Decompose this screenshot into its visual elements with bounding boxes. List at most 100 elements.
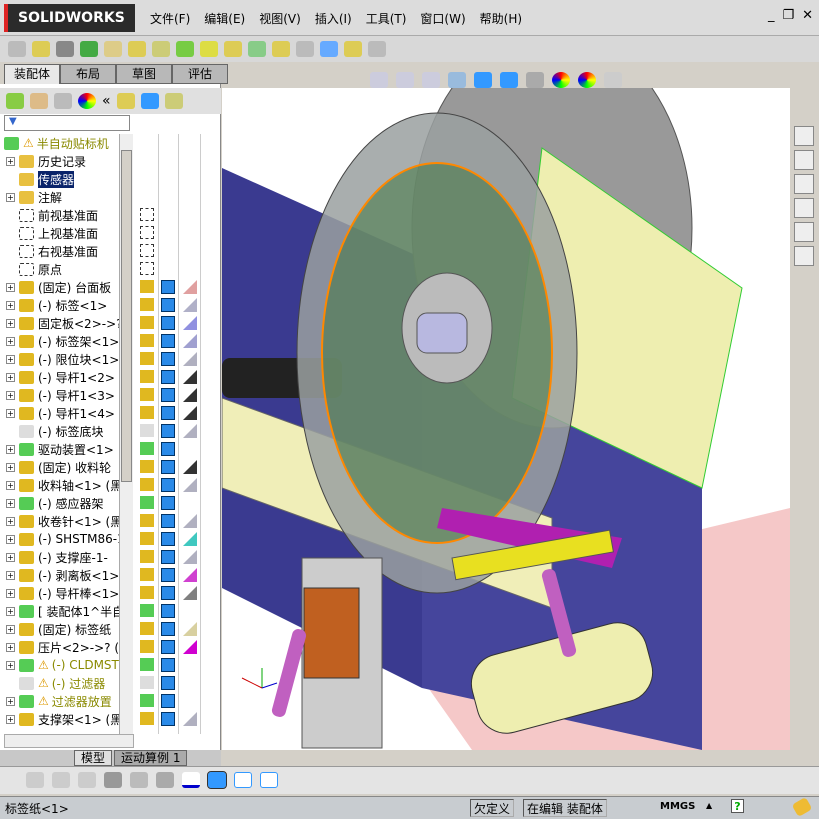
toolbar-tool-icon[interactable] [296, 41, 314, 57]
display-manager-icon[interactable] [78, 93, 96, 109]
tree-item[interactable]: + [ 装配体1^半自 [0, 602, 134, 620]
display-mode-icon[interactable] [161, 352, 175, 366]
display-mode-icon[interactable] [161, 550, 175, 564]
appearance-swatch[interactable] [183, 712, 197, 726]
toolbar-tool-icon[interactable] [200, 41, 218, 57]
appearance-swatch[interactable] [183, 424, 197, 438]
menu-item[interactable]: 编辑(E) [204, 10, 245, 27]
expand-icon[interactable]: + [6, 408, 15, 418]
display-mode-icon[interactable] [161, 334, 175, 348]
tree-item[interactable]: 原点 [0, 260, 134, 278]
display-mode-icon[interactable] [161, 514, 175, 528]
toolbar-tool-icon[interactable] [152, 41, 170, 57]
tree-item[interactable]: (-) 标签底块 [0, 422, 134, 440]
expand-icon[interactable]: + [6, 498, 15, 508]
expand-icon[interactable]: + [6, 300, 15, 310]
tree-item[interactable]: + (-) SHSTM86-1 [0, 530, 134, 548]
appearances-icon[interactable] [794, 222, 814, 242]
appearance-swatch[interactable] [183, 586, 197, 600]
tree-item[interactable]: 上视基准面 [0, 224, 134, 242]
toolbar-tool-icon[interactable] [224, 41, 242, 57]
part-icon[interactable] [116, 93, 135, 109]
file-explorer-icon[interactable] [794, 174, 814, 194]
tag-icon[interactable] [791, 796, 813, 818]
units-arrow-icon[interactable]: ▲ [706, 801, 712, 810]
tab-model[interactable]: 模型 [74, 750, 113, 766]
smart-dimension-icon[interactable] [78, 772, 96, 788]
tree-item[interactable]: + (固定) 标签纸 [0, 620, 134, 638]
expand-icon[interactable]: + [6, 696, 15, 706]
help-icon[interactable]: ? [731, 799, 744, 813]
view-orientation-icon[interactable] [474, 72, 492, 88]
expand-icon[interactable]: + [6, 588, 15, 598]
display-mode-icon[interactable] [161, 640, 175, 654]
visibility-icon[interactable] [140, 712, 154, 725]
appearance-swatch[interactable] [183, 370, 197, 384]
menu-item[interactable]: 视图(V) [259, 10, 301, 27]
minimize-icon[interactable]: _ [768, 8, 775, 23]
graphics-viewport[interactable] [222, 88, 790, 750]
appearance-swatch[interactable] [183, 460, 197, 474]
tree-item[interactable]: + (-) 标签架<1> [0, 332, 134, 350]
appearance-swatch[interactable] [183, 622, 197, 636]
tree-item[interactable]: + (-) 感应器架 [0, 494, 134, 512]
visibility-icon[interactable] [140, 226, 154, 239]
display-mode-icon[interactable] [161, 532, 175, 546]
expand-icon[interactable]: + [6, 624, 15, 634]
view-window-icon[interactable] [234, 772, 252, 788]
layers-icon[interactable] [52, 772, 70, 788]
display-mode-icon[interactable] [161, 298, 175, 312]
menu-item[interactable]: 文件(F) [150, 10, 190, 27]
visibility-icon[interactable] [140, 550, 154, 563]
feature-manager-icon[interactable] [6, 93, 24, 109]
hidden-lines-icon[interactable] [130, 772, 148, 788]
expand-icon[interactable]: + [6, 606, 15, 616]
tree-item[interactable]: ⚠ 半自动贴标机 [0, 134, 134, 152]
visibility-icon[interactable] [140, 694, 154, 707]
visibility-icon[interactable] [140, 280, 154, 293]
display-mode-icon[interactable] [161, 676, 175, 690]
tree-item[interactable]: 传感器 [0, 170, 134, 188]
toolbar-tool-icon[interactable] [32, 41, 50, 57]
expand-icon[interactable]: + [6, 534, 15, 544]
visibility-icon[interactable] [140, 208, 154, 221]
expand-icon[interactable]: + [6, 372, 15, 382]
appearance-swatch[interactable] [183, 316, 197, 330]
visibility-icon[interactable] [140, 442, 154, 455]
configuration-manager-icon[interactable] [54, 93, 72, 109]
tree-item[interactable]: + (-) 导杆1<2> [0, 368, 134, 386]
visibility-icon[interactable] [140, 586, 154, 599]
toolbar-tool-icon[interactable] [128, 41, 146, 57]
lines-icon[interactable] [104, 772, 122, 788]
tree-item[interactable]: + 驱动装置<1> [0, 440, 134, 458]
expand-icon[interactable]: + [6, 516, 15, 526]
visibility-icon[interactable] [140, 640, 154, 653]
view-palette-icon[interactable] [794, 198, 814, 218]
visibility-icon[interactable] [140, 298, 154, 311]
edit-appearance-icon[interactable] [552, 72, 570, 88]
visibility-icon[interactable] [140, 622, 154, 635]
expand-icon[interactable]: + [6, 336, 15, 346]
tree-horizontal-scrollbar[interactable] [4, 734, 134, 748]
expand-icon[interactable]: + [6, 714, 15, 724]
visibility-icon[interactable] [140, 676, 154, 689]
visibility-icon[interactable] [140, 316, 154, 329]
visibility-icon[interactable] [140, 658, 154, 671]
visibility-icon[interactable] [140, 532, 154, 545]
toolbar-tool-icon[interactable] [104, 41, 122, 57]
appearance-swatch[interactable] [183, 334, 197, 348]
display-mode-icon[interactable] [161, 406, 175, 420]
tree-filter-input[interactable]: ▼ [4, 115, 130, 131]
sketch-icon[interactable] [26, 772, 44, 788]
display-mode-icon[interactable] [161, 586, 175, 600]
display-mode-icon[interactable] [161, 478, 175, 492]
appearance-swatch[interactable] [183, 388, 197, 402]
display-mode-icon[interactable] [161, 316, 175, 330]
tree-vertical-scrollbar[interactable] [119, 134, 133, 734]
tree-item[interactable]: ⚠ (-) 过滤器 [0, 674, 134, 692]
expand-icon[interactable]: + [6, 642, 15, 652]
units-selector[interactable]: MMGS [660, 801, 695, 812]
restore-icon[interactable]: ❐ [782, 8, 794, 23]
section-view-icon[interactable] [448, 72, 466, 88]
appearance-swatch[interactable] [183, 640, 197, 654]
